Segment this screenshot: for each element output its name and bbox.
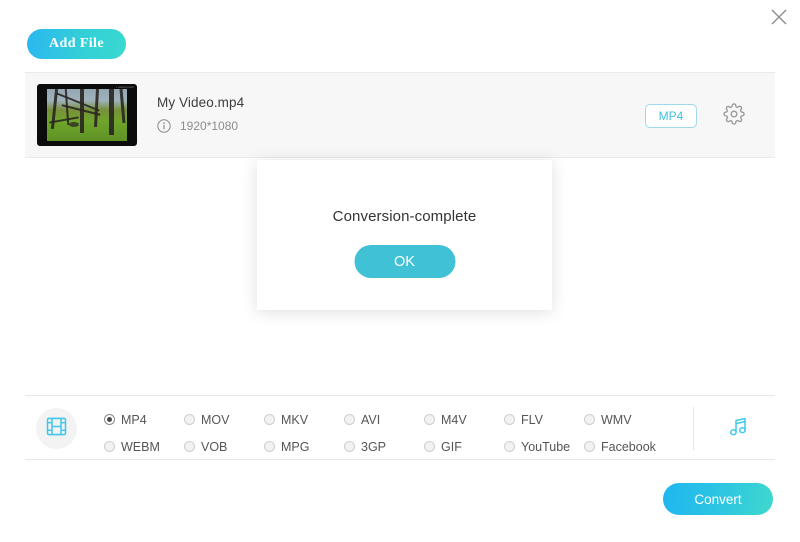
- close-icon: [768, 6, 790, 28]
- file-meta: My Video.mp4 1920*1080: [157, 95, 244, 133]
- file-list: ▪ watermark My Video.mp4 1920*1080 MP4: [25, 72, 775, 158]
- film-strip-icon: [45, 415, 68, 443]
- radio-3gp[interactable]: [344, 441, 355, 452]
- output-format-badge[interactable]: MP4: [645, 104, 697, 128]
- format-option-vob[interactable]: VOB: [184, 436, 264, 457]
- radio-mkv[interactable]: [264, 414, 275, 425]
- radio-wmv[interactable]: [584, 414, 595, 425]
- format-label: FLV: [521, 412, 543, 427]
- format-option-facebook[interactable]: Facebook: [584, 436, 664, 457]
- add-file-button[interactable]: Add File: [27, 29, 126, 59]
- format-label: MP4: [121, 412, 147, 427]
- app-window: Add File ▪ watermark My Video.mp4 1920*1…: [0, 0, 800, 542]
- radio-avi[interactable]: [344, 414, 355, 425]
- conversion-complete-dialog: Conversion-complete OK: [257, 160, 552, 310]
- radio-facebook[interactable]: [584, 441, 595, 452]
- radio-gif[interactable]: [424, 441, 435, 452]
- format-option-3gp[interactable]: 3GP: [344, 436, 424, 457]
- file-name: My Video.mp4: [157, 95, 245, 110]
- format-label: WMV: [601, 412, 632, 427]
- file-resolution: 1920*1080: [180, 119, 239, 133]
- radio-webm[interactable]: [104, 441, 115, 452]
- format-label: MKV: [281, 412, 309, 427]
- format-label: M4V: [441, 412, 467, 427]
- radio-mpg[interactable]: [264, 441, 275, 452]
- dialog-message: Conversion-complete: [332, 208, 477, 225]
- video-format-tab[interactable]: [36, 408, 77, 449]
- audio-format-tab[interactable]: [720, 410, 758, 448]
- format-divider: [693, 407, 694, 450]
- dialog-ok-button[interactable]: OK: [354, 245, 455, 278]
- music-note-icon: [726, 414, 752, 445]
- format-label: GIF: [441, 439, 462, 454]
- convert-button[interactable]: Convert: [663, 483, 773, 515]
- format-label: MPG: [281, 439, 310, 454]
- radio-flv[interactable]: [504, 414, 515, 425]
- format-bar: MP4 MOV MKV AVI M4V FLV WMV WEBM VOB MPG…: [25, 395, 775, 460]
- format-label: MOV: [201, 412, 230, 427]
- close-button[interactable]: [764, 2, 794, 32]
- format-label: AVI: [361, 412, 381, 427]
- format-option-mkv[interactable]: MKV: [264, 409, 344, 430]
- settings-button[interactable]: [721, 102, 747, 130]
- format-option-mov[interactable]: MOV: [184, 409, 264, 430]
- format-option-wmv[interactable]: WMV: [584, 409, 664, 430]
- radio-mp4[interactable]: [104, 414, 115, 425]
- radio-youtube[interactable]: [504, 441, 515, 452]
- gear-icon: [723, 102, 745, 130]
- format-label: YouTube: [521, 439, 571, 454]
- thumbnail-watermark: ▪ watermark: [115, 85, 134, 89]
- format-option-mp4[interactable]: MP4: [104, 409, 184, 430]
- format-label: Facebook: [601, 439, 656, 454]
- file-list-item[interactable]: ▪ watermark My Video.mp4 1920*1080 MP4: [25, 73, 775, 157]
- format-option-gif[interactable]: GIF: [424, 436, 504, 457]
- format-option-flv[interactable]: FLV: [504, 409, 584, 430]
- format-option-webm[interactable]: WEBM: [104, 436, 184, 457]
- format-label: WEBM: [121, 439, 160, 454]
- video-thumbnail: ▪ watermark: [37, 84, 137, 146]
- format-label: VOB: [201, 439, 228, 454]
- info-icon[interactable]: [157, 119, 171, 133]
- radio-mov[interactable]: [184, 414, 195, 425]
- radio-vob[interactable]: [184, 441, 195, 452]
- format-option-youtube[interactable]: YouTube: [504, 436, 584, 457]
- format-option-mpg[interactable]: MPG: [264, 436, 344, 457]
- format-option-avi[interactable]: AVI: [344, 409, 424, 430]
- format-option-m4v[interactable]: M4V: [424, 409, 504, 430]
- format-label: 3GP: [361, 439, 387, 454]
- radio-m4v[interactable]: [424, 414, 435, 425]
- format-options: MP4 MOV MKV AVI M4V FLV WMV WEBM VOB MPG…: [104, 409, 664, 457]
